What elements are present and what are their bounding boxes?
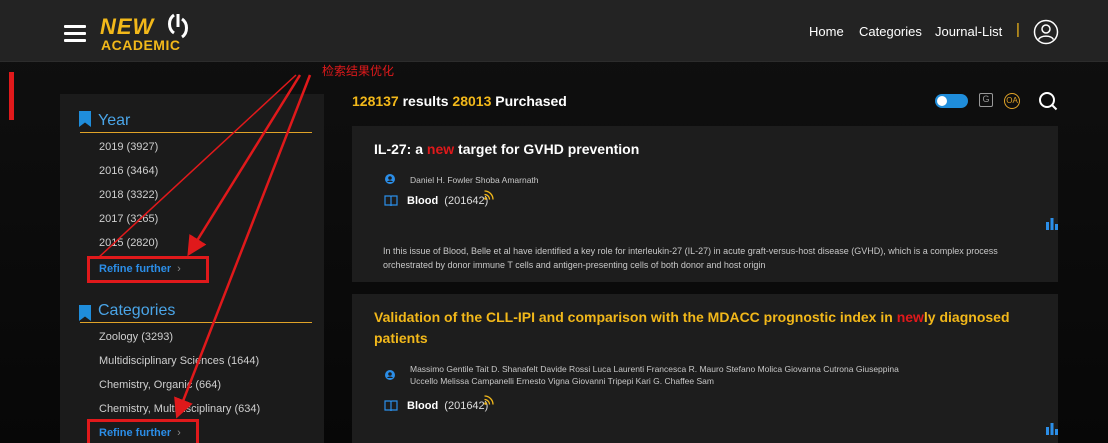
categories-heading: Categories [98,302,176,319]
title-highlight: new [896,309,924,325]
toggle-switch[interactable] [935,94,968,108]
category-item-chemistry-organic[interactable]: Chemistry, Organic (664) [99,379,221,391]
author-icon [385,174,395,184]
title-text: Validation of the CLL-IPI and comparison… [374,309,897,325]
authors-line: Massimo Gentile Tait D. Shanafelt Davide… [410,364,899,374]
annotation-box-year-refine [87,256,209,283]
year-divider [80,132,312,133]
article-title[interactable]: Validation of the CLL-IPI and comparison… [374,307,1010,349]
search-icon[interactable] [1038,91,1058,111]
results-label: results [398,93,453,109]
top-bar: NEW ACADEMIC Home Categories Journal-Lis… [0,0,1108,62]
categories-divider [80,322,312,323]
journal-name: Blood [407,195,439,207]
rss-icon[interactable] [484,190,494,200]
logo-mark-icon [168,13,188,39]
article-authors[interactable]: Massimo Gentile Tait D. Shanafelt Davide… [410,363,1050,387]
journal-year: (201642) [444,400,489,412]
toggle-knob [937,96,947,106]
logo-text-academic: ACADEMIC [101,37,181,53]
year-heading: Year [98,112,131,129]
year-item-2016[interactable]: 2016 (3464) [99,165,158,177]
bar-chart-icon[interactable] [1046,218,1058,230]
oa-icon[interactable]: OA [1004,93,1020,109]
purchased-label: Purchased [491,93,567,109]
title-text: patients [374,330,428,346]
category-item-chemistry-multidisciplinary[interactable]: Chemistry, Multidisciplinary (634) [99,403,260,415]
author-icon [385,370,395,380]
journal-name: Blood [407,400,439,412]
year-item-2018[interactable]: 2018 (3322) [99,189,158,201]
purchased-count: 28013 [452,93,492,109]
annotation-box-categories-refine [87,419,199,443]
article-title[interactable]: IL-27: a new target for GVHD prevention [374,139,639,160]
menu-icon[interactable] [64,25,86,42]
nav-categories[interactable]: Categories [859,24,922,39]
rss-icon[interactable] [484,395,494,405]
logo[interactable]: NEW ACADEMIC [100,11,200,55]
g-icon[interactable]: G [979,93,993,107]
year-item-2017[interactable]: 2017 (3265) [99,213,158,225]
book-icon [384,400,398,412]
nav-separator: | [1016,21,1020,38]
bar-chart-icon[interactable] [1046,423,1058,435]
nav-journal-list[interactable]: Journal-List [935,24,1002,39]
title-text: ly diagnosed [923,309,1010,325]
title-text: target for GVHD prevention [454,141,640,157]
left-accent-bar [9,72,14,120]
article-abstract: In this issue of Blood, Belle et al have… [383,246,998,270]
category-item-zoology[interactable]: Zoology (3293) [99,331,173,343]
journal-year: (201642) [444,195,489,207]
book-icon [384,195,398,207]
title-highlight: new [426,141,455,157]
page: NEW ACADEMIC Home Categories Journal-Lis… [0,0,1108,443]
title-text: IL-27: a [374,141,427,157]
user-icon[interactable] [1033,19,1059,45]
year-item-2015[interactable]: 2015 (2820) [99,237,158,249]
annotation-label: 检索结果优化 [322,64,395,78]
year-item-2019[interactable]: 2019 (3927) [99,141,158,153]
article-journal[interactable]: Blood (201642) [407,195,488,207]
results-count: 128137 [352,93,399,109]
nav-home[interactable]: Home [809,24,844,39]
category-item-multidisciplinary-sciences[interactable]: Multidisciplinary Sciences (1644) [99,355,259,367]
authors-line: Uccello Melissa Campanelli Ernesto Vigna… [410,376,714,386]
article-authors[interactable]: Daniel H. Fowler Shoba Amarnath [410,174,539,186]
results-summary: 128137 results 28013 Purchased [352,93,567,109]
article-journal[interactable]: Blood (201642) [407,400,488,412]
